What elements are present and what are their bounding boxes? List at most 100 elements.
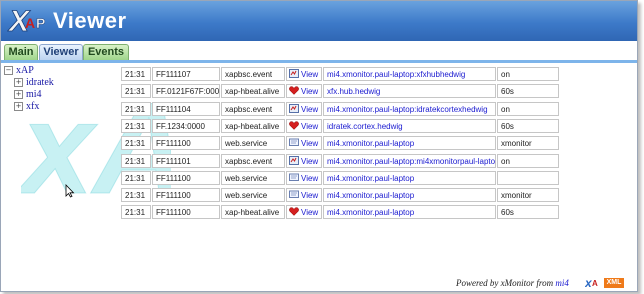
- value-cell: xmonitor: [497, 136, 559, 151]
- viewer-panel: xAP −xAP +idratek +mi4 +xfx 21:31FF11110…: [1, 63, 637, 291]
- web-service-icon: [289, 138, 299, 147]
- time-cell: 21:31: [121, 118, 151, 133]
- mouse-cursor-icon: [65, 184, 75, 198]
- xml-badge[interactable]: XML: [604, 278, 624, 288]
- value-cell: [497, 170, 559, 185]
- value-cell: xmonitor: [497, 188, 559, 203]
- tree-root[interactable]: − xAP: [4, 65, 34, 76]
- view-icon: [289, 103, 299, 113]
- footer-credit: Powered by xMonitor from mi4: [456, 278, 569, 288]
- mi4-link[interactable]: mi4: [555, 278, 569, 288]
- class-cell: xap-hbeat.alive: [221, 84, 285, 99]
- source-cell: FF111100: [152, 170, 220, 185]
- address-link[interactable]: mi4.xmonitor.paul-laptop:mi4xmonitorpaul…: [323, 153, 496, 168]
- source-cell: FF111100: [152, 188, 220, 203]
- expand-icon[interactable]: +: [14, 78, 23, 87]
- app-title: Viewer: [53, 8, 127, 33]
- view-link[interactable]: View: [286, 188, 322, 203]
- xap-logo: X A P: [7, 5, 46, 39]
- address-link[interactable]: idratek.cortex.hedwig: [323, 118, 496, 133]
- svg-text:P: P: [36, 15, 45, 31]
- view-label[interactable]: View: [301, 105, 318, 114]
- value-cell: 60s: [497, 118, 559, 133]
- svg-text:A: A: [592, 279, 598, 288]
- tree-node-xfx[interactable]: + xfx: [14, 101, 39, 112]
- class-cell: web.service: [221, 170, 285, 185]
- collapse-icon[interactable]: −: [4, 66, 13, 75]
- source-cell: FF.0121F67F:0000: [152, 84, 220, 99]
- time-cell: 21:31: [121, 101, 151, 116]
- web-service-icon: [289, 190, 299, 199]
- address-link[interactable]: mi4.xmonitor.paul-laptop:idratekcortexhe…: [323, 101, 496, 116]
- view-link[interactable]: View: [286, 170, 322, 185]
- view-link[interactable]: View: [286, 153, 322, 168]
- view-link[interactable]: View: [286, 205, 322, 220]
- tree-node-idratek[interactable]: + idratek: [14, 77, 54, 88]
- header-bar: X A P Viewer: [1, 1, 637, 41]
- web-service-icon: [289, 173, 299, 181]
- source-cell: FF.1234:0000: [152, 118, 220, 133]
- tree-node-label[interactable]: mi4: [26, 89, 42, 100]
- class-cell: xapbsc.event: [221, 67, 285, 81]
- powered-by-text: Powered by xMonitor from: [456, 278, 556, 288]
- app-window: X A P Viewer Main Viewer Events xAP −xAP…: [0, 0, 638, 292]
- view-link[interactable]: View: [286, 118, 322, 133]
- address-link[interactable]: mi4.xmonitor.paul-laptop: [323, 136, 496, 151]
- value-cell: 60s: [497, 84, 559, 99]
- tree-node-label[interactable]: idratek: [26, 77, 54, 88]
- heart-icon: [289, 86, 299, 96]
- class-cell: xapbsc.event: [221, 153, 285, 168]
- view-label[interactable]: View: [301, 174, 318, 183]
- time-cell: 21:31: [121, 170, 151, 185]
- tree-root-label[interactable]: xAP: [16, 65, 34, 76]
- source-cell: FF111101: [152, 153, 220, 168]
- view-label[interactable]: View: [301, 122, 318, 131]
- tab-viewer[interactable]: Viewer: [39, 44, 83, 60]
- view-link[interactable]: View: [286, 101, 322, 116]
- source-cell: FF111104: [152, 101, 220, 116]
- time-cell: 21:31: [121, 153, 151, 168]
- time-cell: 21:31: [121, 188, 151, 203]
- time-cell: 21:31: [121, 84, 151, 99]
- address-link[interactable]: mi4.xmonitor.paul-laptop: [323, 188, 496, 203]
- class-cell: web.service: [221, 136, 285, 151]
- view-link[interactable]: View: [286, 67, 322, 81]
- view-label[interactable]: View: [301, 208, 318, 217]
- tab-events[interactable]: Events: [83, 44, 129, 60]
- address-link[interactable]: mi4.xmonitor.paul-laptop: [323, 205, 496, 220]
- expand-icon[interactable]: +: [14, 102, 23, 111]
- tree-node-label[interactable]: xfx: [26, 101, 39, 112]
- expand-icon[interactable]: +: [14, 90, 23, 99]
- xap-small-logo: x A: [585, 276, 598, 289]
- value-cell: on: [497, 67, 559, 81]
- source-cell: FF111107: [152, 67, 220, 81]
- view-label[interactable]: View: [301, 157, 318, 166]
- view-icon: [289, 155, 299, 165]
- value-cell: on: [497, 153, 559, 168]
- value-cell: 60s: [497, 205, 559, 220]
- view-label[interactable]: View: [301, 139, 318, 148]
- heart-icon: [289, 207, 299, 217]
- view-label[interactable]: View: [301, 70, 318, 79]
- class-cell: xapbsc.event: [221, 101, 285, 116]
- source-cell: FF111100: [152, 205, 220, 220]
- class-cell: xap-hbeat.alive: [221, 205, 285, 220]
- view-link[interactable]: View: [286, 84, 322, 99]
- view-label[interactable]: View: [301, 191, 318, 200]
- value-cell: on: [497, 101, 559, 116]
- class-cell: xap-hbeat.alive: [221, 118, 285, 133]
- view-icon: [289, 69, 299, 78]
- address-link[interactable]: mi4.xmonitor.paul-laptop: [323, 170, 496, 185]
- address-link[interactable]: mi4.xmonitor.paul-laptop:xfxhubhedwig: [323, 67, 496, 81]
- tab-main[interactable]: Main: [4, 44, 38, 60]
- view-link[interactable]: View: [286, 136, 322, 151]
- time-cell: 21:31: [121, 205, 151, 220]
- source-cell: FF111100: [152, 136, 220, 151]
- time-cell: 21:31: [121, 67, 151, 81]
- svg-text:A: A: [25, 15, 35, 31]
- heart-icon: [289, 121, 299, 130]
- view-label[interactable]: View: [301, 87, 318, 96]
- time-cell: 21:31: [121, 136, 151, 151]
- tree-node-mi4[interactable]: + mi4: [14, 89, 42, 100]
- address-link[interactable]: xfx.hub.hedwig: [323, 84, 496, 99]
